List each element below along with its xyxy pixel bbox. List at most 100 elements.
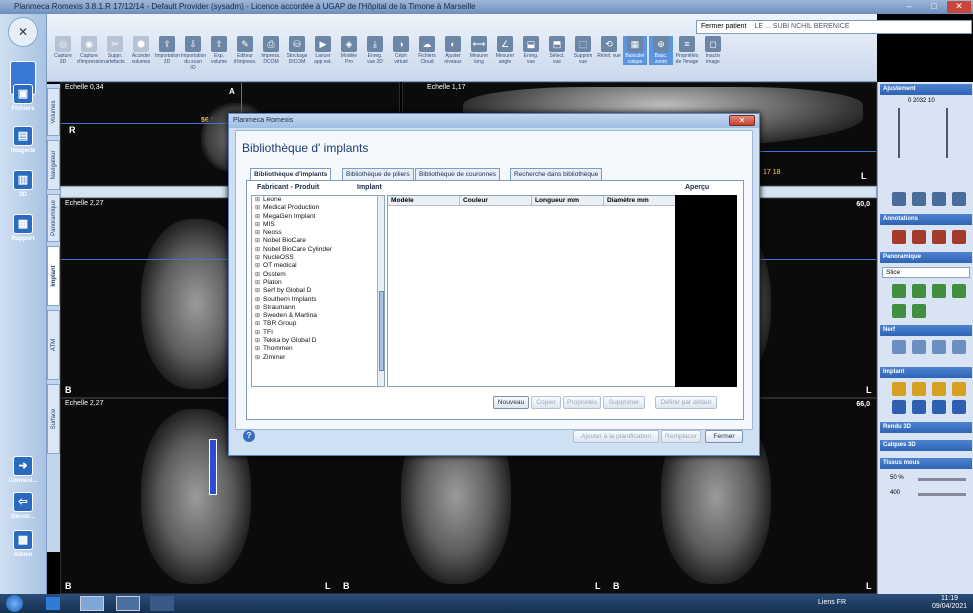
toolbar-button-3[interactable]: ⬢ Accéder volumes bbox=[129, 36, 153, 65]
vtab-3[interactable]: Implant bbox=[47, 246, 60, 306]
toolbar-button-22[interactable]: ▦ Basculer calque bbox=[623, 36, 647, 65]
rail-button-3[interactable]: ▦ Rapport bbox=[8, 214, 38, 242]
toolbar-button-13[interactable]: ◑ Céph virtuel bbox=[389, 36, 413, 65]
panel-tool-icon[interactable] bbox=[892, 284, 906, 298]
copier-button[interactable]: Copier bbox=[531, 396, 561, 409]
toolbar-button-21[interactable]: ⟲ Réinit. vue bbox=[597, 36, 621, 59]
taskbar-romexis-icon[interactable] bbox=[116, 596, 140, 611]
taskbar-app-icon[interactable] bbox=[46, 597, 60, 610]
panel-tool-icon[interactable] bbox=[892, 340, 906, 354]
panel-tool-icon[interactable] bbox=[932, 340, 946, 354]
manufacturer-item[interactable]: Nobel BioCare bbox=[252, 237, 384, 245]
adjust-sliders[interactable] bbox=[898, 108, 948, 158]
implant-grid[interactable]: Modèle Couleur Longueur mm Diamètre mm bbox=[387, 195, 683, 387]
toolbar-button-16[interactable]: ⟷ Mesurer long bbox=[467, 36, 491, 65]
close-patient-label[interactable]: Fermer patient bbox=[701, 23, 747, 30]
panel-tool-icon[interactable] bbox=[952, 192, 966, 206]
manufacturer-item[interactable]: TFI bbox=[252, 329, 384, 337]
remplacer-button[interactable]: Remplacer bbox=[661, 430, 701, 443]
vtab-2[interactable]: Panoramique bbox=[47, 194, 60, 242]
manufacturer-item[interactable]: Southern Implants bbox=[252, 296, 384, 304]
toolbar-button-2[interactable]: ✂ Suppr. artefacts bbox=[103, 36, 127, 65]
panel-tool-icon[interactable] bbox=[932, 400, 946, 414]
manufacturer-item[interactable]: Zimmer bbox=[252, 354, 384, 362]
supprimer-button[interactable]: Supprimer bbox=[603, 396, 645, 409]
panel-tool-icon[interactable] bbox=[952, 382, 966, 396]
panel-tool-icon[interactable] bbox=[952, 400, 966, 414]
definir-defaut-button[interactable]: Définir par défaut bbox=[655, 396, 717, 409]
manufacturer-scrollbar[interactable] bbox=[377, 196, 384, 386]
vtab-5[interactable]: Surface bbox=[47, 384, 60, 454]
vtab-1[interactable]: Navigateur bbox=[47, 140, 60, 190]
toolbar-button-17[interactable]: ∠ Mesurer angle bbox=[493, 36, 517, 65]
manufacturer-item[interactable]: Sweden & Martina bbox=[252, 312, 384, 320]
tab-piliers[interactable]: Bibliothèque de piliers bbox=[342, 168, 414, 180]
panel-tool-icon[interactable] bbox=[932, 284, 946, 298]
manufacturer-item[interactable]: Osstem bbox=[252, 271, 384, 279]
panel-tool-icon[interactable] bbox=[892, 400, 906, 414]
manufacturer-tree[interactable]: LeoneMedical ProductionMegaGen ImplantMI… bbox=[251, 195, 385, 387]
rail-button-4[interactable]: ➜ Connexi... bbox=[8, 456, 38, 484]
panel-tool-icon[interactable] bbox=[912, 284, 926, 298]
panel-tool-icon[interactable] bbox=[912, 382, 926, 396]
manufacturer-item[interactable]: Neoss bbox=[252, 229, 384, 237]
dialog-close-button[interactable]: ✕ bbox=[729, 115, 755, 126]
toolbar-button-25[interactable]: ◻ Inactiv image bbox=[701, 36, 725, 65]
scrollbar-thumb[interactable] bbox=[379, 291, 384, 371]
grid-header-longueur[interactable]: Longueur mm bbox=[532, 196, 604, 206]
section-panoramique[interactable]: Panoramique bbox=[880, 252, 972, 263]
rail-button-0[interactable]: ▣ Fichiers bbox=[8, 84, 38, 112]
panel-tool-icon[interactable] bbox=[912, 400, 926, 414]
toolbar-button-19[interactable]: ⬒ Sélect. vue bbox=[545, 36, 569, 65]
panel-tool-icon[interactable] bbox=[912, 304, 926, 318]
panel-tool-icon[interactable] bbox=[952, 284, 966, 298]
toolbar-button-1[interactable]: ◉ Capture d'impression bbox=[77, 36, 105, 65]
threshold-slider[interactable] bbox=[918, 493, 966, 496]
manufacturer-item[interactable]: Thommen bbox=[252, 345, 384, 353]
section-ajustement[interactable]: Ajustement bbox=[880, 84, 972, 95]
help-icon[interactable]: ? bbox=[243, 430, 255, 442]
manufacturer-item[interactable]: Straumann bbox=[252, 304, 384, 312]
panel-tool-icon[interactable] bbox=[952, 340, 966, 354]
close-window-button[interactable]: ✕ bbox=[947, 1, 971, 13]
minimize-button[interactable]: – bbox=[897, 1, 921, 13]
toolbar-button-0[interactable]: ◎ Capture 3D bbox=[51, 36, 75, 65]
nouveau-button[interactable]: Nouveau bbox=[493, 396, 529, 409]
section-rendu-3d[interactable]: Rendu 3D bbox=[880, 422, 972, 433]
panel-tool-icon[interactable] bbox=[892, 230, 906, 244]
panel-tool-icon[interactable] bbox=[892, 192, 906, 206]
vtab-0[interactable]: Volumes bbox=[47, 88, 60, 136]
maximize-button[interactable]: □ bbox=[922, 1, 946, 13]
rail-button-2[interactable]: ▥ 3D bbox=[8, 170, 38, 198]
toolbar-button-14[interactable]: ☁ Fichiers Cloud bbox=[415, 36, 439, 65]
section-implant[interactable]: Implant bbox=[880, 367, 972, 378]
grid-header-couleur[interactable]: Couleur bbox=[460, 196, 532, 206]
proprietes-button[interactable]: Propriétés bbox=[563, 396, 601, 409]
toolbar-button-11[interactable]: ◈ Modèle Pro bbox=[337, 36, 361, 65]
toolbar-button-18[interactable]: ⬓ Enreg. vue bbox=[519, 36, 543, 65]
toolbar-button-15[interactable]: ◐ Ajuster niveaux bbox=[441, 36, 465, 65]
toolbar-button-9[interactable]: ⛁ Stockage DICOM bbox=[285, 36, 309, 65]
panel-tool-icon[interactable] bbox=[912, 230, 926, 244]
implant-marker[interactable] bbox=[209, 439, 217, 495]
vtab-4[interactable]: ATM bbox=[47, 310, 60, 380]
manufacturer-item[interactable]: MegaGen Implant bbox=[252, 213, 384, 221]
manufacturer-item[interactable]: Nobel BioCare Cylinder bbox=[252, 246, 384, 254]
panel-tool-icon[interactable] bbox=[912, 192, 926, 206]
manufacturer-item[interactable]: Tekka by Global D bbox=[252, 337, 384, 345]
rail-button-5[interactable]: ⇦ Décon... bbox=[8, 492, 38, 520]
taskbar-explorer-icon[interactable] bbox=[80, 596, 104, 611]
manufacturer-item[interactable]: NucleOSS bbox=[252, 254, 384, 262]
toolbar-button-7[interactable]: ✎ Editeur d'impress. bbox=[233, 36, 257, 65]
patient-bar[interactable]: Fermer patient LE ... SUBI NCHIL BERENIC… bbox=[696, 20, 972, 34]
manufacturer-item[interactable]: Leone bbox=[252, 196, 384, 204]
panel-tool-icon[interactable] bbox=[952, 230, 966, 244]
panel-tool-icon[interactable] bbox=[932, 382, 946, 396]
slice-select[interactable]: Slice bbox=[882, 267, 970, 278]
rail-button-1[interactable]: ▤ Imagerie bbox=[8, 126, 38, 154]
section-annotations[interactable]: Annotations bbox=[880, 214, 972, 225]
manufacturer-item[interactable]: Serf by Global D bbox=[252, 287, 384, 295]
manufacturer-item[interactable]: TBR Group bbox=[252, 320, 384, 328]
grid-header-diametre[interactable]: Diamètre mm bbox=[604, 196, 676, 206]
manufacturer-item[interactable]: Medical Production bbox=[252, 204, 384, 212]
